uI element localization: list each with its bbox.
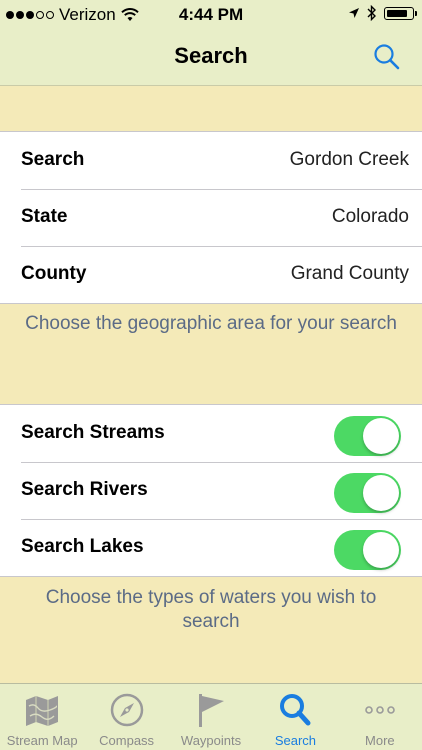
tab-search[interactable]: Search: [253, 684, 337, 750]
tab-more[interactable]: More: [338, 684, 422, 750]
battery-fill: [387, 9, 407, 17]
county-row[interactable]: County Grand County: [0, 246, 422, 303]
flag-icon: [199, 694, 225, 727]
search-lakes-row: Search Lakes: [0, 519, 422, 576]
tab-label: More: [365, 733, 395, 748]
status-bar: Verizon 4:44 PM: [0, 0, 422, 30]
map-icon: [26, 696, 59, 726]
tab-label: Search: [274, 733, 317, 748]
tab-label: Stream Map: [6, 733, 78, 748]
toggle-knob: [363, 418, 399, 454]
bluetooth-icon: [367, 5, 376, 21]
section-spacer: [0, 86, 422, 131]
state-value: Colorado: [331, 206, 409, 227]
more-icon: [365, 706, 395, 714]
search-rivers-row: Search Rivers: [0, 462, 422, 519]
location-arrow-icon: [349, 8, 359, 18]
county-label: County: [21, 263, 87, 284]
search-streams-label: Search Streams: [21, 422, 165, 443]
location-settings-group: Search Gordon Creek State Colorado Count…: [0, 131, 422, 304]
search-rivers-toggle[interactable]: [334, 473, 401, 513]
search-streams-row: Search Streams: [0, 405, 422, 462]
tab-label: Compass: [99, 733, 155, 748]
county-value: Grand County: [290, 263, 409, 284]
page-title: Search: [174, 43, 248, 68]
toggle-knob: [363, 532, 399, 568]
search-icon: [280, 694, 311, 726]
search-rivers-label: Search Rivers: [21, 479, 148, 500]
search-lakes-label: Search Lakes: [21, 536, 144, 557]
tab-waypoints[interactable]: Waypoints: [169, 684, 253, 750]
water-types-group: Search Streams Search Rivers Search Lake…: [0, 404, 422, 577]
toggle-knob: [363, 475, 399, 511]
state-label: State: [21, 206, 68, 227]
search-row[interactable]: Search Gordon Creek: [0, 132, 422, 189]
search-lakes-toggle[interactable]: [334, 530, 401, 570]
waters-footer-text: Choose the types of waters you wish to s…: [45, 587, 377, 632]
status-right: [348, 5, 417, 21]
state-row[interactable]: State Colorado: [0, 189, 422, 246]
tab-compass[interactable]: Compass: [84, 684, 168, 750]
tab-label: Waypoints: [180, 733, 242, 748]
navigation-bar: Search: [0, 30, 422, 86]
compass-icon: [110, 693, 143, 727]
tab-bar: Stream Map Compass Waypoints Search More: [0, 683, 422, 750]
search-streams-toggle[interactable]: [334, 416, 401, 456]
tab-stream-map[interactable]: Stream Map: [0, 684, 84, 750]
search-value: Gordon Creek: [289, 149, 409, 170]
search-icon[interactable]: [372, 42, 402, 72]
search-label: Search: [21, 149, 85, 170]
battery-icon: [384, 6, 417, 20]
location-footer-text: Choose the geographic area for your sear…: [25, 313, 397, 334]
